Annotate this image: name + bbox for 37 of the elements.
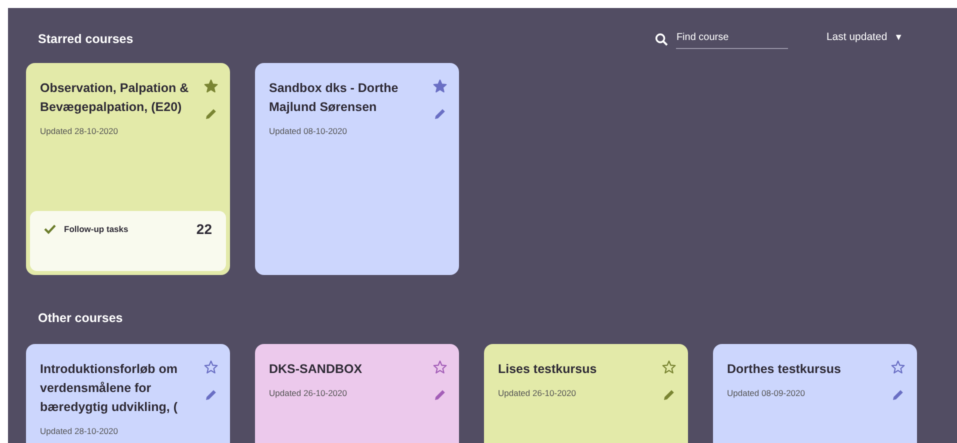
- pencil-icon[interactable]: [663, 388, 675, 401]
- updated-date: Updated 08-09-2020: [727, 386, 806, 400]
- section-heading: Starred courses: [38, 31, 134, 48]
- course-card[interactable]: DKS-SANDBOX Updated 26-10-2020: [255, 344, 459, 443]
- search-field[interactable]: Find course: [676, 30, 788, 49]
- pencil-icon[interactable]: [434, 388, 446, 401]
- tasks-count: 22: [196, 220, 212, 239]
- course-title: Introduktionsforløb om verdensmålene for bæredygtig udvikling, (: [40, 360, 179, 416]
- course-title: Sandbox dks - Dorthe Majlund Sørensen: [269, 80, 400, 116]
- updated-date: Updated 26-10-2020: [269, 386, 348, 400]
- star-icon[interactable]: [204, 360, 218, 374]
- star-icon[interactable]: [433, 360, 447, 374]
- course-title: Observation, Palpation & Bevægepalpation, (E20): [40, 80, 190, 116]
- pencil-icon[interactable]: [892, 388, 904, 401]
- star-icon[interactable]: [662, 360, 676, 374]
- updated-date: Updated 26-10-2020: [498, 386, 577, 400]
- pencil-icon[interactable]: [434, 108, 446, 120]
- sort-dropdown[interactable]: Last updated ▼: [826, 30, 903, 46]
- pencil-icon[interactable]: [205, 388, 217, 401]
- star-icon[interactable]: [891, 360, 905, 374]
- course-card[interactable]: Sandbox dks - Dorthe Majlund Sørensen Updated 08-10-2020: [255, 63, 459, 275]
- pencil-icon[interactable]: [205, 108, 217, 120]
- course-card[interactable]: Observation, Palpation & Bevægepalpation, (E20) Updated 28-10-2020 Follow-up tasks 22: [26, 63, 230, 275]
- star-icon[interactable]: [204, 79, 218, 93]
- course-title: Dorthes testkursus: [727, 360, 842, 378]
- course-title: Lises testkursus: [498, 360, 598, 378]
- updated-date: Updated 28-10-2020: [40, 125, 119, 138]
- tasks-label: Follow-up tasks: [64, 223, 130, 236]
- search-icon: [655, 33, 668, 46]
- updated-date: Updated 08-10-2020: [269, 125, 348, 138]
- course-card[interactable]: Introduktionsforløb om verdensmålene for bæredygtig udvikling, ( Updated 28-10-2020: [26, 344, 230, 443]
- course-card[interactable]: Lises testkursus Updated 26-10-2020: [484, 344, 688, 443]
- updated-date: Updated 28-10-2020: [40, 424, 119, 438]
- course-title: DKS-SANDBOX: [269, 360, 364, 378]
- section-heading: Other courses: [38, 310, 124, 327]
- course-card[interactable]: Dorthes testkursus Updated 08-09-2020: [713, 344, 917, 443]
- star-icon[interactable]: [433, 79, 447, 93]
